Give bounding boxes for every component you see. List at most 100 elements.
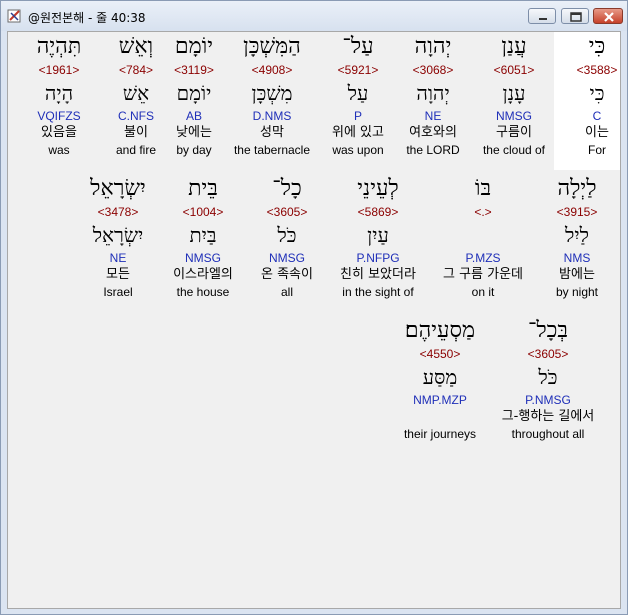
hebrew-word: תִּהְיֶה bbox=[36, 34, 82, 59]
morphology: NMS bbox=[563, 251, 591, 265]
strongs-number[interactable]: <3605> bbox=[489, 346, 607, 362]
english-gloss: their journeys bbox=[403, 427, 477, 441]
korean-gloss: 밤에는 bbox=[559, 267, 595, 282]
english-gloss: was bbox=[48, 143, 70, 157]
english-gloss: the house bbox=[176, 285, 230, 299]
strongs-number[interactable]: <5869> bbox=[335, 204, 421, 220]
morphology: C.NFS bbox=[118, 109, 154, 123]
hebrew-word: עֲנַן bbox=[501, 34, 527, 59]
word-block[interactable]: עַל־ <5921> עַל P 위에 있고 was upon bbox=[315, 32, 401, 158]
korean-gloss: 온 족속이 bbox=[261, 267, 313, 282]
lemma: אֵשׁ bbox=[122, 81, 150, 105]
korean-gloss: 모든 bbox=[106, 267, 130, 282]
strongs-number[interactable]: <4908> bbox=[229, 62, 315, 78]
english-gloss: in the sight of bbox=[342, 285, 414, 299]
maximize-icon bbox=[570, 12, 582, 22]
hebrew-word: וְאֵשׁ bbox=[118, 34, 154, 59]
lemma: בַּיִת bbox=[189, 223, 217, 247]
korean-gloss: 있음을 bbox=[41, 125, 77, 140]
hebrew-word: כִּי bbox=[588, 34, 606, 59]
english-gloss: For bbox=[588, 143, 606, 157]
word-block[interactable]: בּוֹ <.> P.MZS 그 구름 가운데 on it bbox=[433, 174, 533, 300]
morphology: NE bbox=[424, 109, 442, 123]
lemma: מִשְׁכָּן bbox=[251, 81, 293, 105]
english-gloss: all bbox=[280, 285, 293, 299]
lemma: יְהוָה bbox=[416, 81, 450, 105]
hebrew-word: כָל־ bbox=[272, 176, 302, 201]
strongs-number[interactable]: <1961> bbox=[16, 62, 102, 78]
morphology: VQIFZS bbox=[37, 109, 81, 123]
lemma: מַסַּע bbox=[422, 365, 458, 389]
strongs-number[interactable]: <3588> bbox=[554, 62, 620, 78]
english-gloss: was upon bbox=[332, 143, 384, 157]
hebrew-word: הַמִּשְׁכָּן bbox=[243, 34, 301, 59]
word-block[interactable]: וְאֵשׁ <784> אֵשׁ C.NFS 불이 and fire bbox=[93, 32, 179, 158]
morphology: P.NMSG bbox=[525, 393, 571, 407]
english-gloss: Israel bbox=[103, 285, 133, 299]
lemma: עַל bbox=[347, 81, 369, 105]
strongs-number[interactable]: <3478> bbox=[75, 204, 161, 220]
word-block[interactable]: לַיְלָה <3915> לַיִל NMS 밤에는 by night bbox=[534, 174, 620, 300]
close-button[interactable] bbox=[593, 8, 623, 24]
morphology: P.NFPG bbox=[356, 251, 400, 265]
lemma: הָיָה bbox=[44, 81, 74, 105]
title-bar[interactable]: @원전본해 - 줄 40:38 bbox=[1, 1, 627, 31]
korean-gloss: 이스라엘의 bbox=[173, 267, 233, 282]
minimize-button[interactable] bbox=[528, 8, 556, 24]
strongs-number[interactable]: <3915> bbox=[534, 204, 620, 220]
hebrew-word: בְּכָל־ bbox=[527, 318, 569, 343]
lemma: כִּי bbox=[589, 81, 605, 105]
strongs-number[interactable]: <784> bbox=[93, 62, 179, 78]
hebrew-word: לַיְלָה bbox=[557, 176, 597, 201]
hebrew-word: עַל־ bbox=[342, 34, 374, 59]
lemma: עַיִן bbox=[367, 223, 389, 247]
word-block[interactable]: בֵּית <1004> בַּיִת NMSG 이스라엘의 the house bbox=[160, 174, 246, 300]
word-block[interactable]: יְהוָה <3068> יְהוָה NE 여호와의 the LORD bbox=[390, 32, 476, 158]
korean-gloss: 그-행하는 길에서 bbox=[501, 409, 595, 424]
strongs-number[interactable]: <4550> bbox=[390, 346, 490, 362]
korean-gloss: 구름이 bbox=[496, 125, 532, 140]
korean-gloss: 위에 있고 bbox=[332, 125, 384, 140]
lemma: כֹּל bbox=[277, 223, 297, 247]
word-block[interactable]: בְּכָל־ <3605> כֹּל P.NMSG 그-행하는 길에서 thr… bbox=[489, 316, 607, 442]
hebrew-word: יִשְׂרָאֵל bbox=[90, 176, 146, 201]
word-block[interactable]: כִּי <3588> כִּי C 이는 For bbox=[554, 32, 620, 170]
morphology: D.NMS bbox=[252, 109, 292, 123]
morphology: P.MZS bbox=[465, 251, 501, 265]
english-gloss: and fire bbox=[115, 143, 157, 157]
window-title: @원전본해 - 줄 40:38 bbox=[28, 11, 146, 25]
morphology: NMSG bbox=[269, 251, 305, 265]
word-block[interactable]: תִּהְיֶה <1961> הָיָה VQIFZS 있음을 was bbox=[16, 32, 102, 158]
lemma: עָנָן bbox=[502, 81, 526, 105]
english-gloss: by night bbox=[555, 285, 599, 299]
strongs-number[interactable]: <6051> bbox=[471, 62, 557, 78]
word-block[interactable]: לְעֵינֵי <5869> עַיִן P.NFPG 친히 보았더라 in … bbox=[335, 174, 421, 300]
korean-gloss: 여호와의 bbox=[409, 125, 457, 140]
word-block[interactable]: יִשְׂרָאֵל <3478> יִשְׂרָאֵל NE 모든 Israe… bbox=[75, 174, 161, 300]
minimize-icon bbox=[539, 18, 547, 20]
lemma: לַיִל bbox=[565, 223, 589, 247]
korean-gloss: 그 구름 가운데 bbox=[442, 267, 524, 282]
korean-gloss: 성막 bbox=[260, 125, 284, 140]
word-block[interactable]: כָל־ <3605> כֹּל NMSG 온 족속이 all bbox=[244, 174, 330, 300]
bible-tools-icon bbox=[7, 9, 21, 23]
maximize-button[interactable] bbox=[561, 8, 589, 24]
strongs-number[interactable]: <5921> bbox=[315, 62, 401, 78]
app-window: @원전본해 - 줄 40:38 כִּי <3588> כִּי C 이는 Fo… bbox=[0, 0, 628, 615]
hebrew-word: בֵּית bbox=[188, 176, 218, 201]
strongs-number[interactable]: <3068> bbox=[390, 62, 476, 78]
morphology: P bbox=[353, 109, 362, 123]
korean-gloss bbox=[390, 408, 490, 426]
word-block[interactable]: עֲנַן <6051> עָנָן NMSG 구름이 the cloud of bbox=[471, 32, 557, 158]
strongs-number[interactable]: <1004> bbox=[160, 204, 246, 220]
word-block[interactable]: מַסְעֵיהֶם׃ <4550> מַסַּע NMP.MZP their … bbox=[390, 316, 490, 442]
strongs-number[interactable]: <3605> bbox=[244, 204, 330, 220]
hebrew-word: יְהוָה bbox=[414, 34, 452, 59]
english-gloss: the cloud of bbox=[482, 143, 546, 157]
lemma bbox=[433, 220, 533, 250]
word-block[interactable]: הַמִּשְׁכָּן <4908> מִשְׁכָּן D.NMS 성막 t… bbox=[229, 32, 315, 158]
interlinear-panel: כִּי <3588> כִּי C 이는 For עֲנַן <6051> ע… bbox=[7, 31, 621, 609]
close-icon bbox=[604, 12, 614, 22]
strongs-number[interactable]: <.> bbox=[433, 204, 533, 220]
korean-gloss: 불이 bbox=[124, 125, 148, 140]
